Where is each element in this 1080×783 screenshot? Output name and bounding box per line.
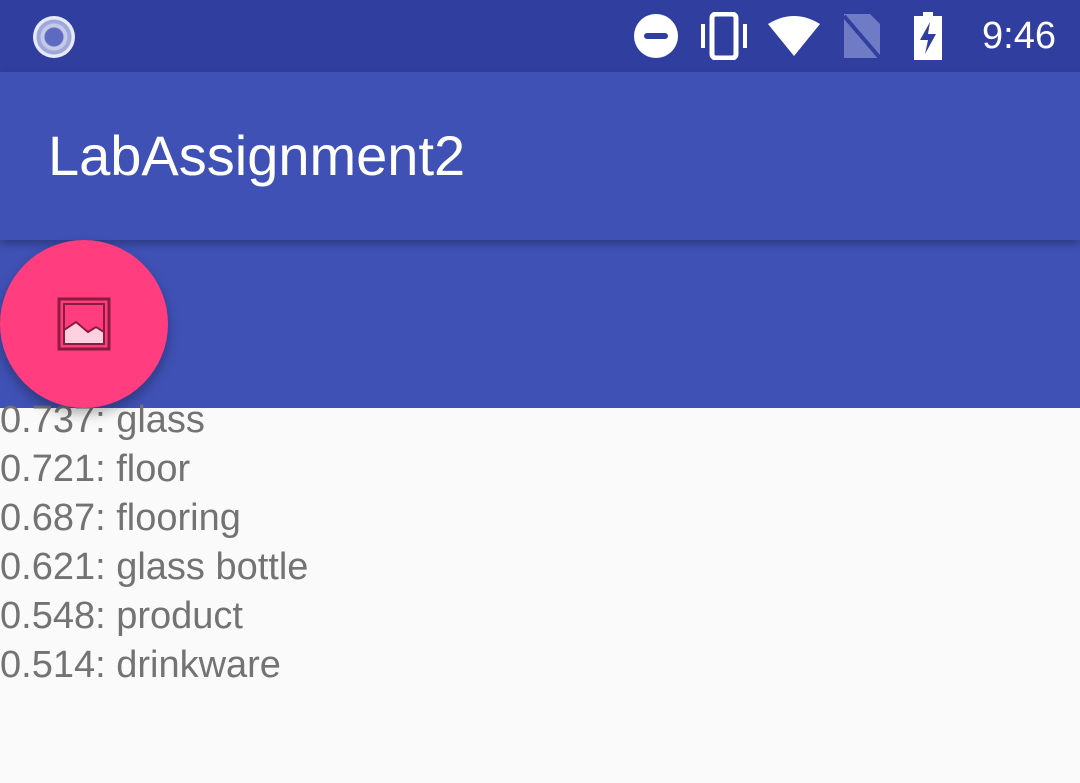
pick-image-button[interactable] — [0, 240, 168, 408]
result-item: 0.514: drinkware — [0, 644, 281, 686]
battery-charging-icon — [914, 12, 942, 60]
status-bar: 9:46 — [0, 0, 1080, 72]
result-item: 0.687: flooring — [0, 497, 241, 539]
do-not-disturb-icon — [634, 14, 678, 58]
clock: 9:46 — [982, 15, 1056, 57]
no-sim-icon — [842, 14, 882, 60]
results-list: 0.737: glass 0.721: floor 0.687: floorin… — [0, 396, 1080, 690]
image-icon — [57, 297, 111, 351]
app-bar: LabAssignment2 — [0, 72, 1080, 240]
sync-icon — [33, 16, 75, 58]
wifi-icon — [768, 16, 820, 56]
app-title: LabAssignment2 — [48, 124, 466, 187]
result-item: 0.548: product — [0, 595, 243, 637]
result-item: 0.721: floor — [0, 448, 191, 490]
vibrate-icon — [701, 12, 747, 60]
result-item: 0.621: glass bottle — [0, 546, 309, 588]
result-item: 0.737: glass — [0, 399, 205, 441]
